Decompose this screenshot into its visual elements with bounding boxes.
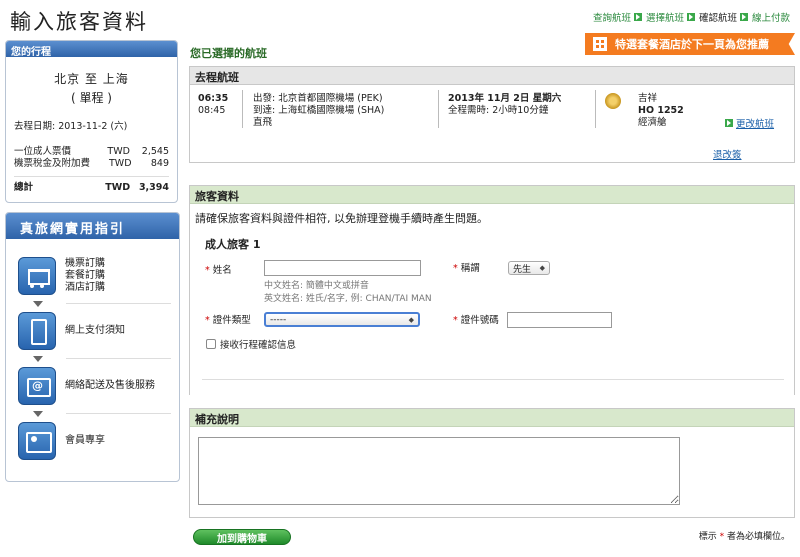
divider bbox=[438, 90, 439, 128]
trip-summary-header: 您的行程 bbox=[6, 41, 177, 58]
guide-item-payment[interactable]: 網上支付須知 bbox=[18, 312, 125, 350]
arrow-icon bbox=[725, 119, 733, 127]
page-title: 輸入旅客資料 bbox=[10, 10, 148, 34]
required-fields-note: 標示 * 者為必填欄位。 bbox=[698, 532, 790, 542]
down-arrow-icon bbox=[33, 356, 43, 362]
idno-input[interactable] bbox=[507, 312, 612, 328]
step-select[interactable]: 選擇航班 bbox=[646, 10, 695, 24]
mail-icon bbox=[18, 367, 56, 405]
fare-total: 總計 TWD 3,394 bbox=[14, 176, 169, 194]
step-arrow-icon bbox=[739, 13, 748, 21]
change-flight-link[interactable]: 更改航班 bbox=[725, 116, 774, 130]
guide-item-delivery[interactable]: 網絡配送及售後服務 bbox=[18, 367, 155, 405]
fare-row: 一位成人票價 TWD 2,545 bbox=[14, 146, 169, 157]
flight-airline: 吉祥 HO 1252 經濟艙 bbox=[638, 93, 684, 128]
hotel-promo-banner[interactable]: 特選套餐酒店於下一頁為您推薦 bbox=[585, 33, 795, 55]
trip-type: ( 單程 ) bbox=[71, 91, 112, 105]
step-pay: 線上付款 bbox=[751, 13, 790, 24]
add-to-cart-button[interactable]: 加到購物車 bbox=[193, 529, 291, 545]
idtype-select[interactable]: ----- ◆ bbox=[264, 312, 420, 327]
name-hint: 中文姓名: 簡體中文或拼音 英文姓名: 姓氏/名字, 例: CHAN/TAI M… bbox=[264, 281, 432, 304]
select-arrow-icon: ◆ bbox=[539, 264, 545, 272]
airline-logo-icon bbox=[605, 93, 621, 109]
trip-route: 北京 至 上海 bbox=[54, 72, 129, 86]
passenger-header: 旅客資料 bbox=[190, 186, 794, 204]
guide-header: 真旅網實用指引 bbox=[6, 213, 179, 239]
remarks-textarea[interactable] bbox=[198, 437, 680, 505]
remarks-panel: 補充說明 bbox=[189, 408, 795, 518]
passenger-note: 請確保旅客資料與證件相符, 以免辦理登機手續時產生問題。 bbox=[195, 212, 488, 225]
confirm-checkbox[interactable] bbox=[206, 339, 216, 349]
step-confirm: 確認航班 bbox=[699, 10, 748, 24]
cart-icon bbox=[18, 257, 56, 295]
divider bbox=[242, 90, 243, 128]
adult-passenger-label: 成人旅客 1 bbox=[205, 238, 261, 251]
fare-row: 機票稅金及附加費 TWD 849 bbox=[14, 158, 169, 169]
guide-item-booking[interactable]: 機票訂購 套餐訂購 酒店訂購 bbox=[18, 257, 105, 295]
trip-summary: 您的行程 北京 至 上海 ( 單程 ) 去程日期: 2013-11-2 (六) … bbox=[5, 40, 178, 203]
divider bbox=[66, 413, 171, 414]
flight-times: 06:35 08:45 bbox=[198, 93, 229, 116]
name-label: * 姓名 bbox=[205, 265, 232, 276]
passenger-panel: 旅客資料 請確保旅客資料與證件相符, 以免辦理登機手續時產生問題。 成人旅客 1… bbox=[189, 185, 795, 395]
title-select[interactable]: 先生 ◆ bbox=[508, 261, 550, 275]
down-arrow-icon bbox=[33, 411, 43, 417]
booking-steps: 查詢航班 選擇航班 確認航班 線上付款 bbox=[593, 10, 790, 24]
down-arrow-icon bbox=[33, 301, 43, 307]
outbound-flight-panel: 去程航班 06:35 08:45 出發: 北京首都國際機場 (PEK) 到達: … bbox=[189, 66, 795, 163]
payment-card-icon bbox=[18, 312, 56, 350]
hotel-icon bbox=[593, 37, 607, 51]
idno-label: * 證件號碼 bbox=[453, 315, 499, 326]
fare-breakdown: 一位成人票價 TWD 2,545 機票稅金及附加費 TWD 849 總計 TWD… bbox=[6, 140, 177, 194]
step-arrow-icon bbox=[633, 13, 642, 21]
name-input[interactable] bbox=[264, 260, 421, 276]
divider bbox=[66, 303, 171, 304]
guide-item-member[interactable]: 會員專享 bbox=[18, 422, 105, 460]
flight-date: 2013年 11月 2日 星期六 全程需時: 2小時10分鐘 bbox=[448, 93, 562, 116]
outbound-flight-header: 去程航班 bbox=[190, 67, 794, 85]
flight-airports: 出發: 北京首都國際機場 (PEK) 到達: 上海虹橋國際機場 (SHA) 直飛 bbox=[253, 93, 385, 128]
trip-date: 去程日期: 2013-11-2 (六) bbox=[14, 121, 128, 132]
refund-change-link[interactable]: 退改簽 bbox=[713, 147, 742, 161]
remarks-header: 補充說明 bbox=[190, 409, 794, 427]
title-label: * 稱謂 bbox=[453, 263, 480, 274]
select-arrow-icon: ◆ bbox=[408, 315, 414, 324]
divider bbox=[66, 358, 171, 359]
step-arrow-icon bbox=[686, 13, 695, 21]
confirm-label: 接收行程確認信息 bbox=[220, 340, 297, 351]
selected-flights-label: 您已選擇的航班 bbox=[190, 47, 267, 60]
divider bbox=[595, 90, 596, 128]
step-search[interactable]: 查詢航班 bbox=[593, 10, 642, 24]
idtype-label: * 證件類型 bbox=[205, 315, 251, 326]
divider bbox=[202, 379, 784, 380]
member-card-icon bbox=[18, 422, 56, 460]
guide-panel: 真旅網實用指引 機票訂購 套餐訂購 酒店訂購 網上支付須知 網絡配送及售後服務 … bbox=[5, 212, 180, 482]
